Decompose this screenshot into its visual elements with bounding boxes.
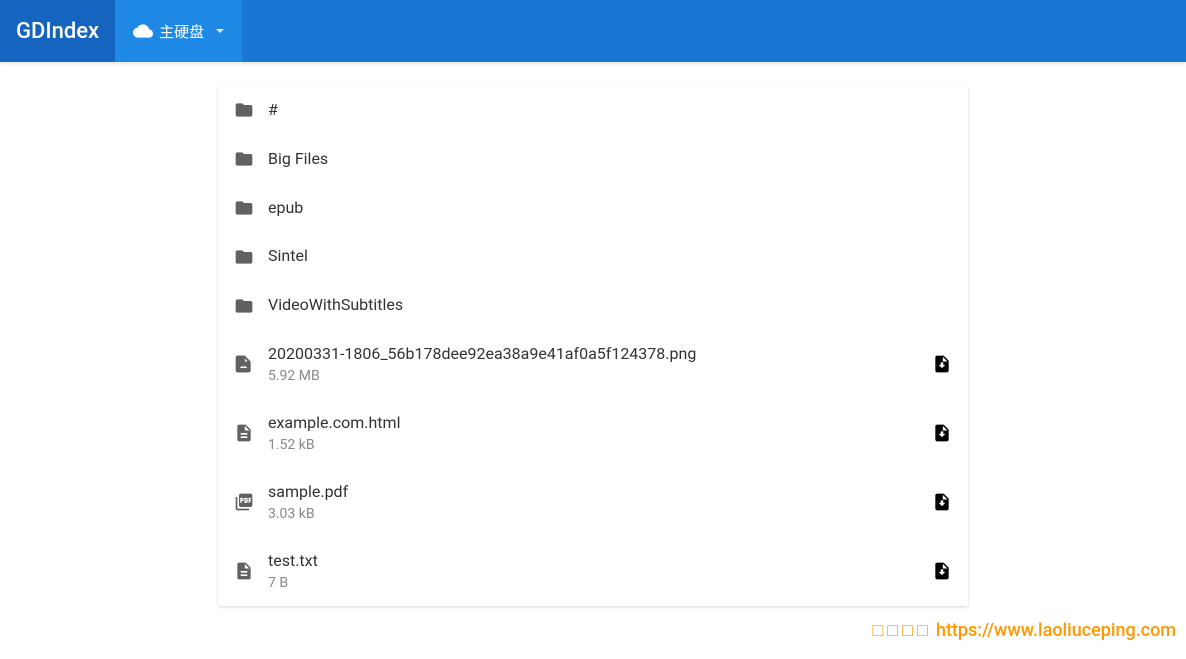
item-size: 5.92 MB [268,367,920,385]
file-item[interactable]: example.com.html 1.52 kB [218,399,968,468]
file-item[interactable]: test.txt 7 B [218,537,968,606]
item-name: 20200331-1806_56b178dee92ea38a9e41af0a5f… [268,344,920,365]
folder-icon [234,296,254,316]
item-size: 3.03 kB [268,505,920,523]
watermark-text: https://www.laoliuceping.com [936,620,1176,641]
item-size: 1.52 kB [268,436,920,454]
folder-icon [234,100,254,120]
file-item[interactable]: 20200331-1806_56b178dee92ea38a9e41af0a5f… [218,330,968,399]
document-file-icon [234,561,254,581]
top-bar: GDIndex 主硬盘 [0,0,1186,62]
folder-icon [234,198,254,218]
item-name: example.com.html [268,413,920,434]
folder-item[interactable]: # [218,86,968,135]
cloud-icon [133,21,153,41]
item-name: test.txt [268,551,920,572]
download-icon[interactable] [932,560,952,582]
item-name: Sintel [268,246,952,267]
folder-item[interactable]: VideoWithSubtitles [218,281,968,330]
brand-title[interactable]: GDIndex [0,0,115,62]
watermark: □□□□ https://www.laoliuceping.com [872,620,1176,641]
download-icon[interactable] [932,491,952,513]
watermark-prefix: □□□□ [872,620,932,641]
folder-icon [234,247,254,267]
caret-down-icon [216,29,224,33]
drive-label: 主硬盘 [159,21,204,42]
folder-item[interactable]: epub [218,184,968,233]
item-name: sample.pdf [268,482,920,503]
folder-icon [234,149,254,169]
download-icon[interactable] [932,422,952,444]
document-file-icon [234,423,254,443]
drive-selector-dropdown[interactable]: 主硬盘 [115,0,242,62]
file-item[interactable]: sample.pdf 3.03 kB [218,468,968,537]
folder-item[interactable]: Sintel [218,232,968,281]
item-name: VideoWithSubtitles [268,295,952,316]
item-size: 7 B [268,574,920,592]
item-name: # [268,100,952,121]
item-name: epub [268,198,952,219]
item-name: Big Files [268,149,952,170]
pdf-file-icon [234,492,254,512]
main-container: # Big Files epub Sintel VideoWithSubtitl… [0,62,1186,606]
image-file-icon [234,354,254,374]
folder-item[interactable]: Big Files [218,135,968,184]
file-list: # Big Files epub Sintel VideoWithSubtitl… [218,86,968,606]
download-icon[interactable] [932,353,952,375]
